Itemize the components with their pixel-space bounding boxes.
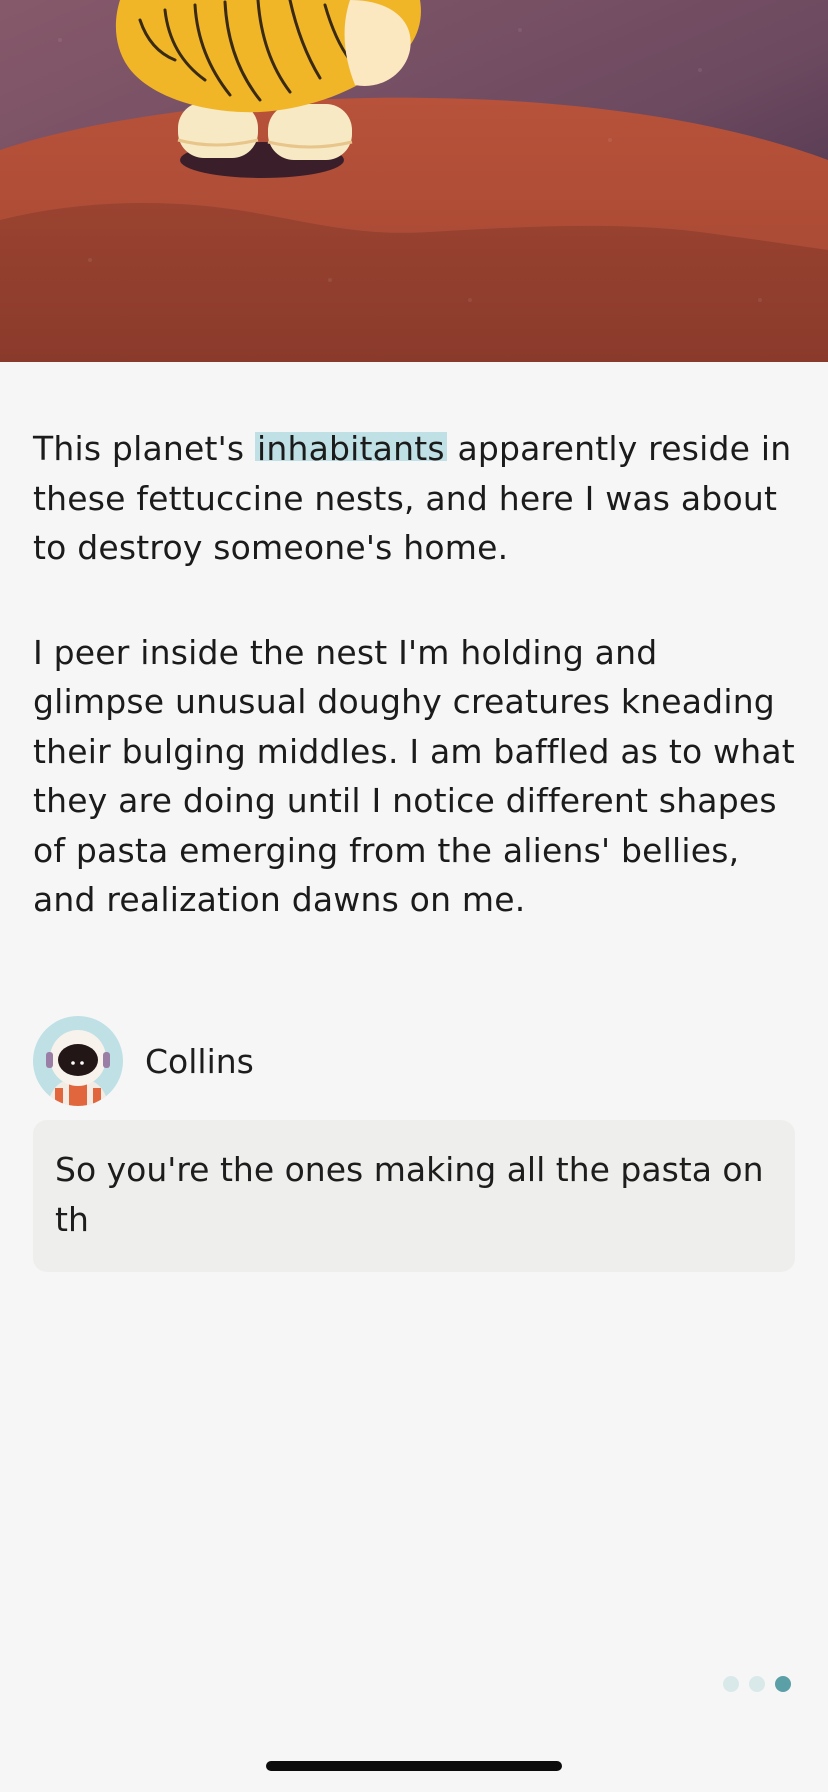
story-paragraph-1: This planet's inhabitants apparently res… (33, 424, 795, 573)
reply-input[interactable]: So you're the ones making all the pasta … (33, 1120, 795, 1272)
speaker-name: Collins (145, 1041, 254, 1081)
page-dot-2 (749, 1676, 765, 1692)
page-dot-3-active (775, 1676, 791, 1692)
speaker-header: Collins (33, 1016, 254, 1106)
story-text: This planet's inhabitants apparently res… (33, 424, 795, 925)
home-indicator[interactable] (266, 1761, 562, 1771)
paragraph-1-lead: This planet's (33, 429, 245, 468)
story-illustration (0, 0, 828, 362)
planet-scene-illustration (0, 0, 828, 362)
page-dot-1 (723, 1676, 739, 1692)
page-indicator (723, 1676, 791, 1692)
highlighted-word[interactable]: inhabitants (255, 429, 447, 468)
story-paragraph-2: I peer inside the nest I'm holding and g… (33, 632, 795, 920)
astronaut-avatar-icon (33, 1016, 123, 1106)
